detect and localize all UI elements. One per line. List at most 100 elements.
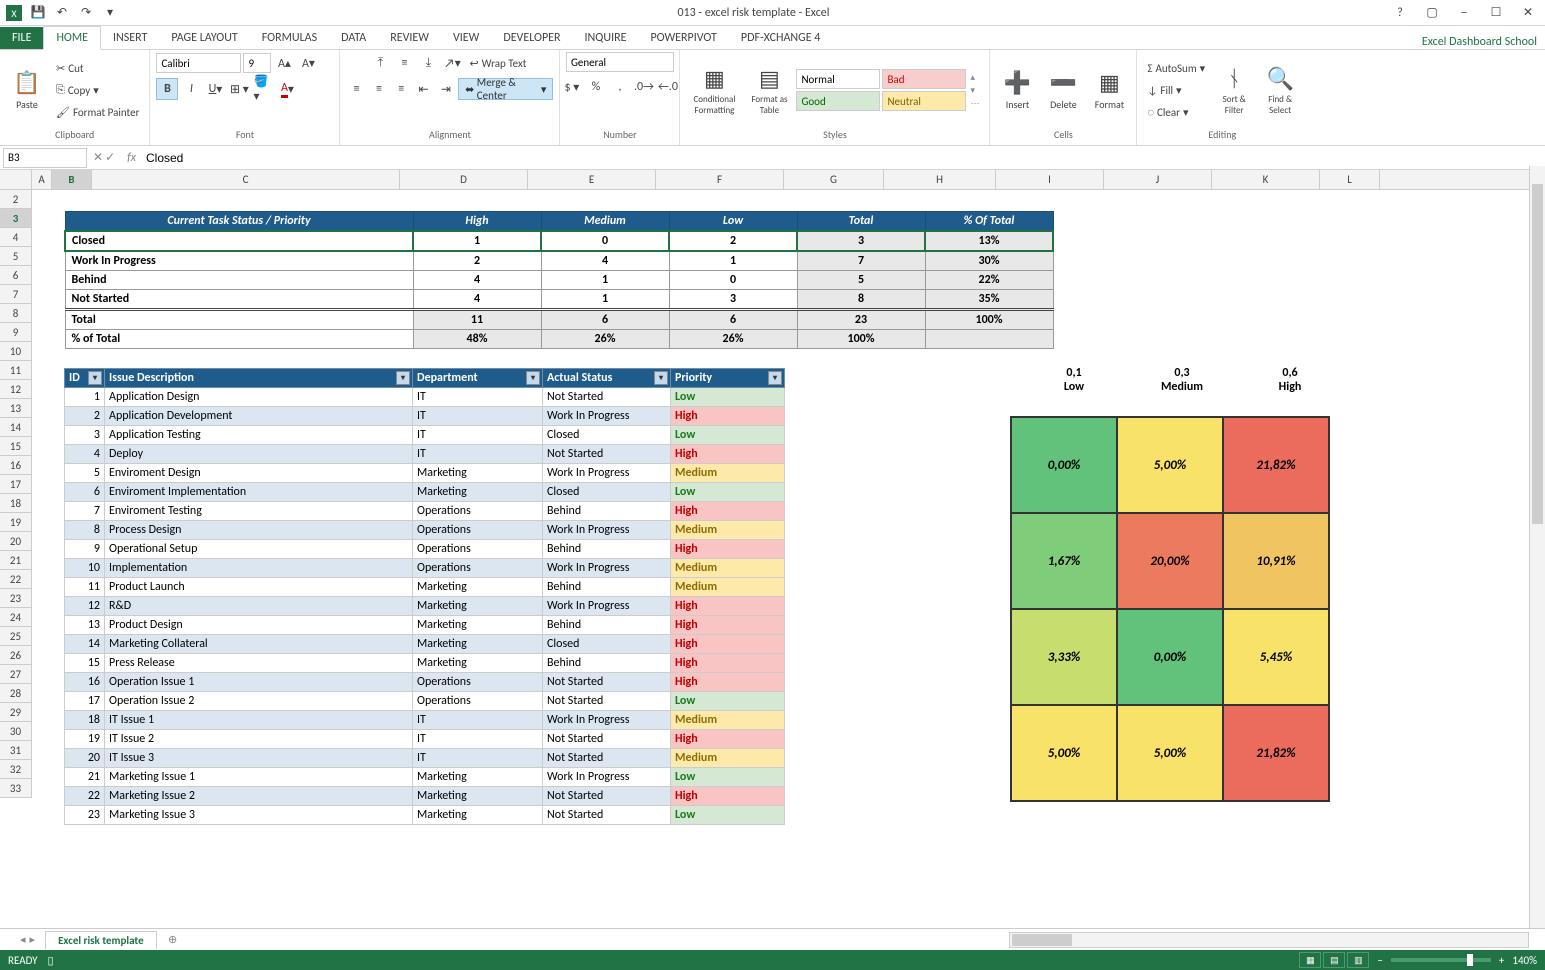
vscroll-thumb[interactable] xyxy=(1532,184,1543,524)
underline-button[interactable]: U ▾ xyxy=(204,78,226,100)
column-header[interactable]: C xyxy=(92,170,400,189)
decrease-indent-icon[interactable]: ⇤ xyxy=(413,78,433,100)
table-row[interactable]: 14Marketing CollateralMarketingClosedHig… xyxy=(65,635,785,654)
column-header[interactable]: E xyxy=(528,170,656,189)
column-header[interactable]: K xyxy=(1212,170,1320,189)
row-header[interactable]: 3 xyxy=(0,209,31,228)
filter-icon[interactable]: ▾ xyxy=(654,371,668,385)
align-right-icon[interactable]: ≡ xyxy=(391,78,411,100)
sheet-prev-icon[interactable]: ◂ xyxy=(20,933,26,946)
table-row[interactable]: 17Operation Issue 2OperationsNot Started… xyxy=(65,692,785,711)
matrix-cell[interactable]: 0,00% xyxy=(1117,609,1223,705)
table-row[interactable]: 10ImplementationOperationsWork In Progre… xyxy=(65,559,785,578)
format-button[interactable]: ▦Format xyxy=(1088,56,1130,124)
zoom-slider[interactable] xyxy=(1391,958,1491,962)
row-header[interactable]: 33 xyxy=(0,779,31,798)
vertical-scrollbar[interactable] xyxy=(1529,166,1545,928)
matrix-cell[interactable]: 3,33% xyxy=(1011,609,1117,705)
cell-style-normal[interactable]: Normal xyxy=(796,69,880,89)
cut-button[interactable]: ✂Cut xyxy=(52,58,143,78)
table-row[interactable]: 11Product LaunchMarketingBehindMedium xyxy=(65,578,785,597)
tab-data[interactable]: DATA xyxy=(329,27,378,49)
tab-home[interactable]: HOME xyxy=(43,26,101,50)
tab-formulas[interactable]: FORMULAS xyxy=(250,27,329,49)
row-header[interactable]: 10 xyxy=(0,342,31,361)
column-header[interactable]: A xyxy=(32,170,52,189)
row-header[interactable]: 18 xyxy=(0,494,31,513)
table-row[interactable]: 20IT Issue 3ITNot StartedMedium xyxy=(65,749,785,768)
clear-button[interactable]: ◌Clear ▾ xyxy=(1143,102,1209,122)
paste-button[interactable]: 📋Paste xyxy=(6,56,48,124)
qat-customize-icon[interactable]: ▾ xyxy=(100,3,120,23)
row-header[interactable]: 16 xyxy=(0,456,31,475)
matrix-cell[interactable]: 5,00% xyxy=(1117,705,1223,801)
table-row[interactable]: 19IT Issue 2ITNot StartedHigh xyxy=(65,730,785,749)
row-header[interactable]: 19 xyxy=(0,513,31,532)
tab-view[interactable]: VIEW xyxy=(441,27,491,49)
filter-icon[interactable]: ▾ xyxy=(396,371,410,385)
align-center-icon[interactable]: ≡ xyxy=(369,78,389,100)
table-row[interactable]: % of Total48%26%26%100% xyxy=(65,330,1053,349)
font-color-icon[interactable]: A▾ xyxy=(276,78,298,100)
table-row[interactable]: Work In Progress241730% xyxy=(65,251,1053,271)
row-header[interactable]: 29 xyxy=(0,703,31,722)
view-page-layout-icon[interactable]: ▤ xyxy=(1323,952,1345,968)
tab-insert[interactable]: INSERT xyxy=(101,27,159,49)
row-header[interactable]: 21 xyxy=(0,551,31,570)
filter-icon[interactable]: ▾ xyxy=(526,371,540,385)
table-row[interactable]: 5Enviroment DesignMarketingWork In Progr… xyxy=(65,464,785,483)
name-box[interactable]: B3 xyxy=(3,148,87,168)
shrink-font-icon[interactable]: A▾ xyxy=(297,52,319,74)
wrap-text-button[interactable]: ↩Wrap Text xyxy=(465,53,530,73)
matrix-cell[interactable]: 0,00% xyxy=(1011,417,1117,513)
maximize-icon[interactable]: ☐ xyxy=(1483,3,1509,23)
close-icon[interactable]: ✕ xyxy=(1515,3,1541,23)
row-header[interactable]: 32 xyxy=(0,760,31,779)
row-header[interactable]: 22 xyxy=(0,570,31,589)
table-row[interactable]: 6Enviroment ImplementationMarketingClose… xyxy=(65,483,785,502)
borders-icon[interactable]: ⊞ ▾ xyxy=(228,78,250,100)
redo-icon[interactable]: ↷ xyxy=(76,3,96,23)
column-header[interactable]: D xyxy=(400,170,528,189)
align-top-icon[interactable]: ⤒ xyxy=(369,52,391,74)
sheet-tab-active[interactable]: Excel risk template xyxy=(45,931,157,949)
grow-font-icon[interactable]: A▴ xyxy=(273,52,295,74)
row-header[interactable]: 12 xyxy=(0,380,31,399)
zoom-thumb[interactable] xyxy=(1467,954,1473,966)
tab-powerpivot[interactable]: POWERPIVOT xyxy=(638,27,728,49)
view-normal-icon[interactable]: ▦ xyxy=(1299,952,1321,968)
help-icon[interactable]: ? xyxy=(1387,3,1413,23)
column-header[interactable]: F xyxy=(656,170,784,189)
fx-icon[interactable]: fx xyxy=(121,151,142,165)
increase-decimal-icon[interactable]: .0→ xyxy=(633,76,655,98)
addins-label[interactable]: Excel Dashboard School xyxy=(1422,35,1545,49)
table-row[interactable]: 4DeployITNot StartedHigh xyxy=(65,445,785,464)
row-header[interactable]: 30 xyxy=(0,722,31,741)
format-as-table-button[interactable]: ▤Format as Table xyxy=(746,56,792,124)
table-row[interactable]: 9Operational SetupOperationsBehindHigh xyxy=(65,540,785,559)
cell-style-good[interactable]: Good xyxy=(796,91,880,111)
table-row[interactable]: 8Process DesignOperationsWork In Progres… xyxy=(65,521,785,540)
matrix-cell[interactable]: 5,00% xyxy=(1117,417,1223,513)
conditional-formatting-button[interactable]: ▦Conditional Formatting xyxy=(686,56,742,124)
spreadsheet-grid[interactable]: ABCDEFGHIJKL 234567891011121314151617181… xyxy=(0,170,1545,958)
filter-icon[interactable]: ▾ xyxy=(768,371,782,385)
table-row[interactable]: 1Application DesignITNot StartedLow xyxy=(65,388,785,407)
matrix-cell[interactable]: 21,82% xyxy=(1223,417,1329,513)
table-row[interactable]: 2Application DevelopmentITWork In Progre… xyxy=(65,407,785,426)
formula-input[interactable] xyxy=(142,148,1545,168)
zoom-level[interactable]: 140% xyxy=(1512,954,1537,967)
table-row[interactable]: 3Application TestingITClosedLow xyxy=(65,426,785,445)
row-header[interactable]: 6 xyxy=(0,266,31,285)
table-row[interactable]: 21Marketing Issue 1MarketingWork In Prog… xyxy=(65,768,785,787)
copy-button[interactable]: ⎘Copy ▾ xyxy=(52,80,143,100)
table-row[interactable]: 7Enviroment TestingOperationsBehindHigh xyxy=(65,502,785,521)
row-header[interactable]: 24 xyxy=(0,608,31,627)
row-header[interactable]: 2 xyxy=(0,190,31,209)
row-header[interactable]: 15 xyxy=(0,437,31,456)
row-header[interactable]: 7 xyxy=(0,285,31,304)
row-header[interactable]: 20 xyxy=(0,532,31,551)
undo-icon[interactable]: ↶ xyxy=(52,3,72,23)
zoom-out-icon[interactable]: − xyxy=(1377,954,1382,967)
cell-style-bad[interactable]: Bad xyxy=(882,69,966,89)
